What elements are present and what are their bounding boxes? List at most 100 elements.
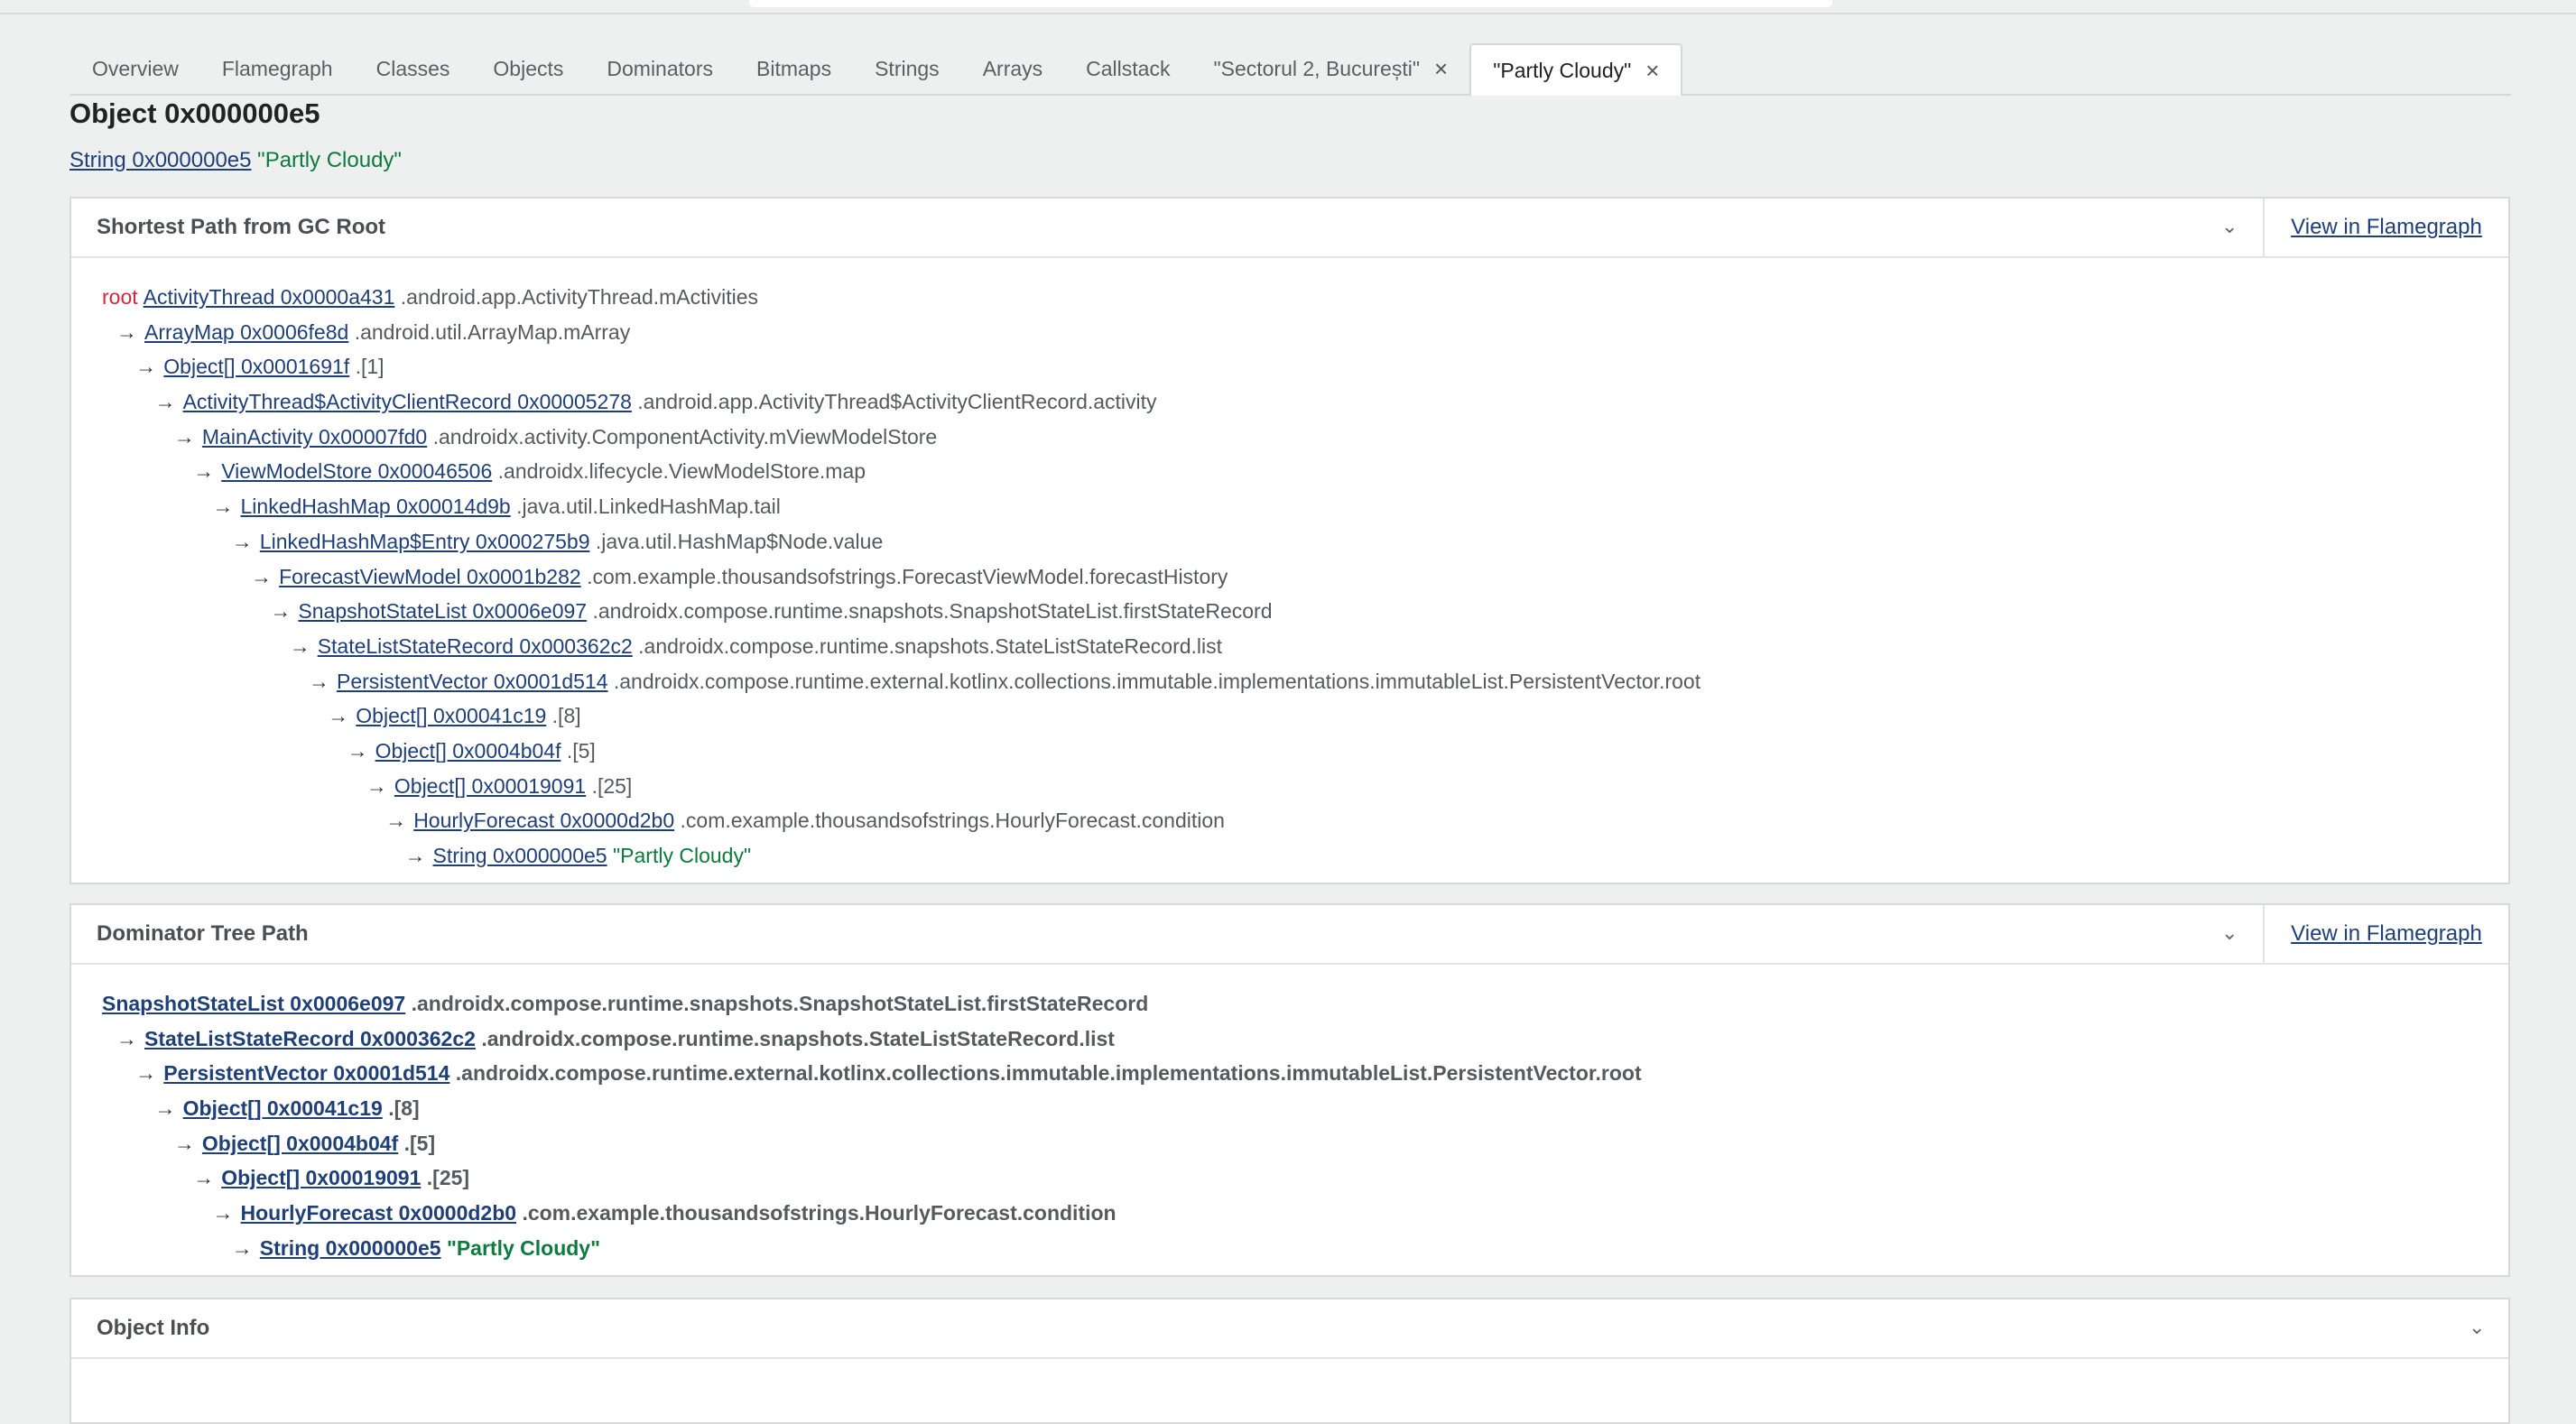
- close-icon[interactable]: ×: [1645, 57, 1659, 85]
- dominator-path-header[interactable]: Dominator Tree Path ⌄ View in Flamegraph: [71, 905, 2508, 965]
- field-name: .androidx.activity.ComponentActivity.mVi…: [432, 424, 938, 448]
- object-ref-link[interactable]: PersistentVector 0x0001d514: [337, 670, 607, 693]
- tab-0[interactable]: Overview: [70, 43, 200, 94]
- object-ref-link[interactable]: Object[] 0x0004b04f: [202, 1132, 398, 1155]
- field-name: .com.example.thousandsofstrings.HourlyFo…: [522, 1201, 1117, 1225]
- tab-8[interactable]: Callstack: [1064, 43, 1191, 94]
- object-ref-link[interactable]: LinkedHashMap 0x00014d9b: [241, 495, 511, 518]
- object-ref-link[interactable]: StateListStateRecord 0x000362c2: [144, 1027, 476, 1050]
- tab-1[interactable]: Flamegraph: [200, 43, 355, 94]
- object-ref-link[interactable]: ArrayMap 0x0006fe8d: [144, 320, 348, 344]
- object-info-header[interactable]: Object Info ⌄: [71, 1299, 2508, 1359]
- path-row: → Object[] 0x00019091 .[25]: [102, 769, 2508, 804]
- right-arrow-icon: →: [154, 1096, 176, 1121]
- field-name: .android.util.ArrayMap.mArray: [354, 319, 631, 344]
- object-ref-link[interactable]: Object[] 0x00019091: [394, 774, 586, 798]
- chevron-down-icon[interactable]: ⌄: [2469, 1316, 2485, 1339]
- tab-label: Dominators: [607, 56, 713, 80]
- path-row: → String 0x000000e5 "Partly Cloudy": [102, 1231, 2508, 1266]
- object-ref-link[interactable]: ActivityThread$ActivityClientRecord 0x00…: [183, 390, 632, 413]
- right-arrow-icon: →: [212, 1201, 234, 1225]
- path-row: → Object[] 0x00041c19 .[8]: [102, 1091, 2508, 1126]
- dominator-path-list: SnapshotStateList 0x0006e097 .androidx.c…: [71, 965, 2508, 1266]
- path-row: → ActivityThread$ActivityClientRecord 0x0…: [102, 384, 2508, 420]
- object-ref-link[interactable]: Object[] 0x0001691f: [163, 355, 349, 378]
- object-ref-link[interactable]: ForecastViewModel 0x0001b282: [279, 565, 581, 588]
- root-label: root: [102, 285, 138, 309]
- right-arrow-icon: →: [212, 495, 234, 519]
- object-ref-link[interactable]: String 0x000000e5: [433, 844, 607, 867]
- right-arrow-icon: →: [328, 704, 349, 728]
- path-row: → Object[] 0x0004b04f .[5]: [102, 1126, 2508, 1161]
- dominator-path-panel: Dominator Tree Path ⌄ View in Flamegraph…: [69, 903, 2510, 1277]
- right-arrow-icon: →: [289, 633, 310, 658]
- right-arrow-icon: →: [347, 738, 368, 763]
- tab-9[interactable]: "Sectorul 2, București" ×: [1191, 43, 1469, 94]
- right-arrow-icon: →: [173, 1131, 195, 1155]
- right-arrow-icon: →: [270, 599, 292, 624]
- object-ref-link[interactable]: HourlyForecast 0x0000d2b0: [413, 809, 674, 832]
- object-link[interactable]: String 0x000000e5: [69, 148, 252, 172]
- right-arrow-icon: →: [116, 319, 137, 344]
- path-row: → StateListStateRecord 0x000362c2 .androi…: [102, 1022, 2508, 1057]
- tab-6[interactable]: Strings: [853, 43, 961, 94]
- object-ref-link[interactable]: ViewModelStore 0x00046506: [221, 459, 492, 483]
- path-row: → Object[] 0x0004b04f .[5]: [102, 734, 2508, 769]
- top-search-bar[interactable]: [749, 0, 1832, 7]
- shortest-path-header[interactable]: Shortest Path from GC Root ⌄ View in Fla…: [71, 199, 2508, 258]
- object-info-panel: Object Info ⌄: [69, 1298, 2510, 1424]
- path-row: → LinkedHashMap 0x00014d9b .java.util.Lin…: [102, 489, 2508, 524]
- tab-label: Bitmaps: [756, 56, 832, 80]
- path-row: SnapshotStateList 0x0006e097 .androidx.c…: [102, 986, 2508, 1022]
- object-ref-link[interactable]: SnapshotStateList 0x0006e097: [298, 599, 587, 623]
- string-value: "Partly Cloudy": [613, 844, 752, 867]
- tab-7[interactable]: Arrays: [961, 43, 1064, 94]
- object-summary: String 0x000000e5 "Partly Cloudy": [69, 148, 402, 173]
- field-name: .[5]: [403, 1131, 436, 1155]
- panel-title: Object Info: [97, 1316, 210, 1340]
- object-ref-link[interactable]: Object[] 0x00019091: [221, 1166, 421, 1189]
- object-string-value: "Partly Cloudy": [257, 148, 402, 172]
- path-row: → Object[] 0x00041c19 .[8]: [102, 698, 2508, 734]
- object-ref-link[interactable]: StateListStateRecord 0x000362c2: [318, 634, 633, 658]
- field-name: .androidx.compose.runtime.snapshots.Snap…: [592, 599, 1273, 624]
- tab-5[interactable]: Bitmaps: [735, 43, 853, 94]
- right-arrow-icon: →: [231, 529, 253, 553]
- chevron-down-icon[interactable]: ⌄: [2221, 921, 2238, 945]
- right-arrow-icon: →: [173, 424, 195, 448]
- object-ref-link[interactable]: Object[] 0x00041c19: [183, 1096, 383, 1120]
- object-ref-link[interactable]: ActivityThread 0x0000a431: [144, 285, 395, 309]
- view-in-flamegraph-button[interactable]: View in Flamegraph: [2263, 199, 2508, 256]
- field-name: .[25]: [591, 773, 633, 798]
- shortest-path-list: root ActivityThread 0x0000a431 .android.a…: [71, 258, 2508, 874]
- object-ref-link[interactable]: HourlyForecast 0x0000d2b0: [241, 1201, 517, 1225]
- tab-3[interactable]: Objects: [471, 43, 585, 94]
- panel-title: Shortest Path from GC Root: [97, 215, 386, 239]
- field-name: .[25]: [426, 1166, 470, 1190]
- field-name: .android.app.ActivityThread.mActivities: [400, 285, 759, 309]
- tab-2[interactable]: Classes: [355, 43, 472, 94]
- object-ref-link[interactable]: Object[] 0x00041c19: [356, 704, 546, 727]
- right-arrow-icon: →: [366, 773, 387, 798]
- object-ref-link[interactable]: PersistentVector 0x0001d514: [163, 1061, 449, 1085]
- field-name: .androidx.compose.runtime.snapshots.Stat…: [638, 633, 1223, 658]
- object-ref-link[interactable]: SnapshotStateList 0x0006e097: [102, 992, 405, 1015]
- object-ref-link[interactable]: String 0x000000e5: [260, 1236, 441, 1260]
- right-arrow-icon: →: [116, 1026, 137, 1050]
- object-ref-link[interactable]: MainActivity 0x00007fd0: [202, 425, 427, 448]
- path-row: → ForecastViewModel 0x0001b282 .com.examp…: [102, 559, 2508, 595]
- field-name: .[8]: [551, 704, 581, 728]
- object-ref-link[interactable]: Object[] 0x0004b04f: [375, 739, 561, 763]
- tab-4[interactable]: Dominators: [585, 43, 735, 94]
- chevron-down-icon[interactable]: ⌄: [2221, 215, 2238, 238]
- right-arrow-icon: →: [404, 844, 426, 867]
- path-row: → LinkedHashMap$Entry 0x000275b9 .java.ut…: [102, 524, 2508, 559]
- object-ref-link[interactable]: LinkedHashMap$Entry 0x000275b9: [260, 530, 590, 553]
- field-name: .androidx.lifecycle.ViewModelStore.map: [497, 459, 866, 484]
- tab-10[interactable]: "Partly Cloudy" ×: [1469, 43, 1683, 96]
- tab-label: "Partly Cloudy": [1493, 58, 1632, 82]
- tab-label: Callstack: [1086, 56, 1171, 80]
- view-in-flamegraph-button[interactable]: View in Flamegraph: [2263, 905, 2508, 963]
- shortest-path-panel: Shortest Path from GC Root ⌄ View in Fla…: [69, 197, 2510, 884]
- close-icon[interactable]: ×: [1434, 55, 1448, 83]
